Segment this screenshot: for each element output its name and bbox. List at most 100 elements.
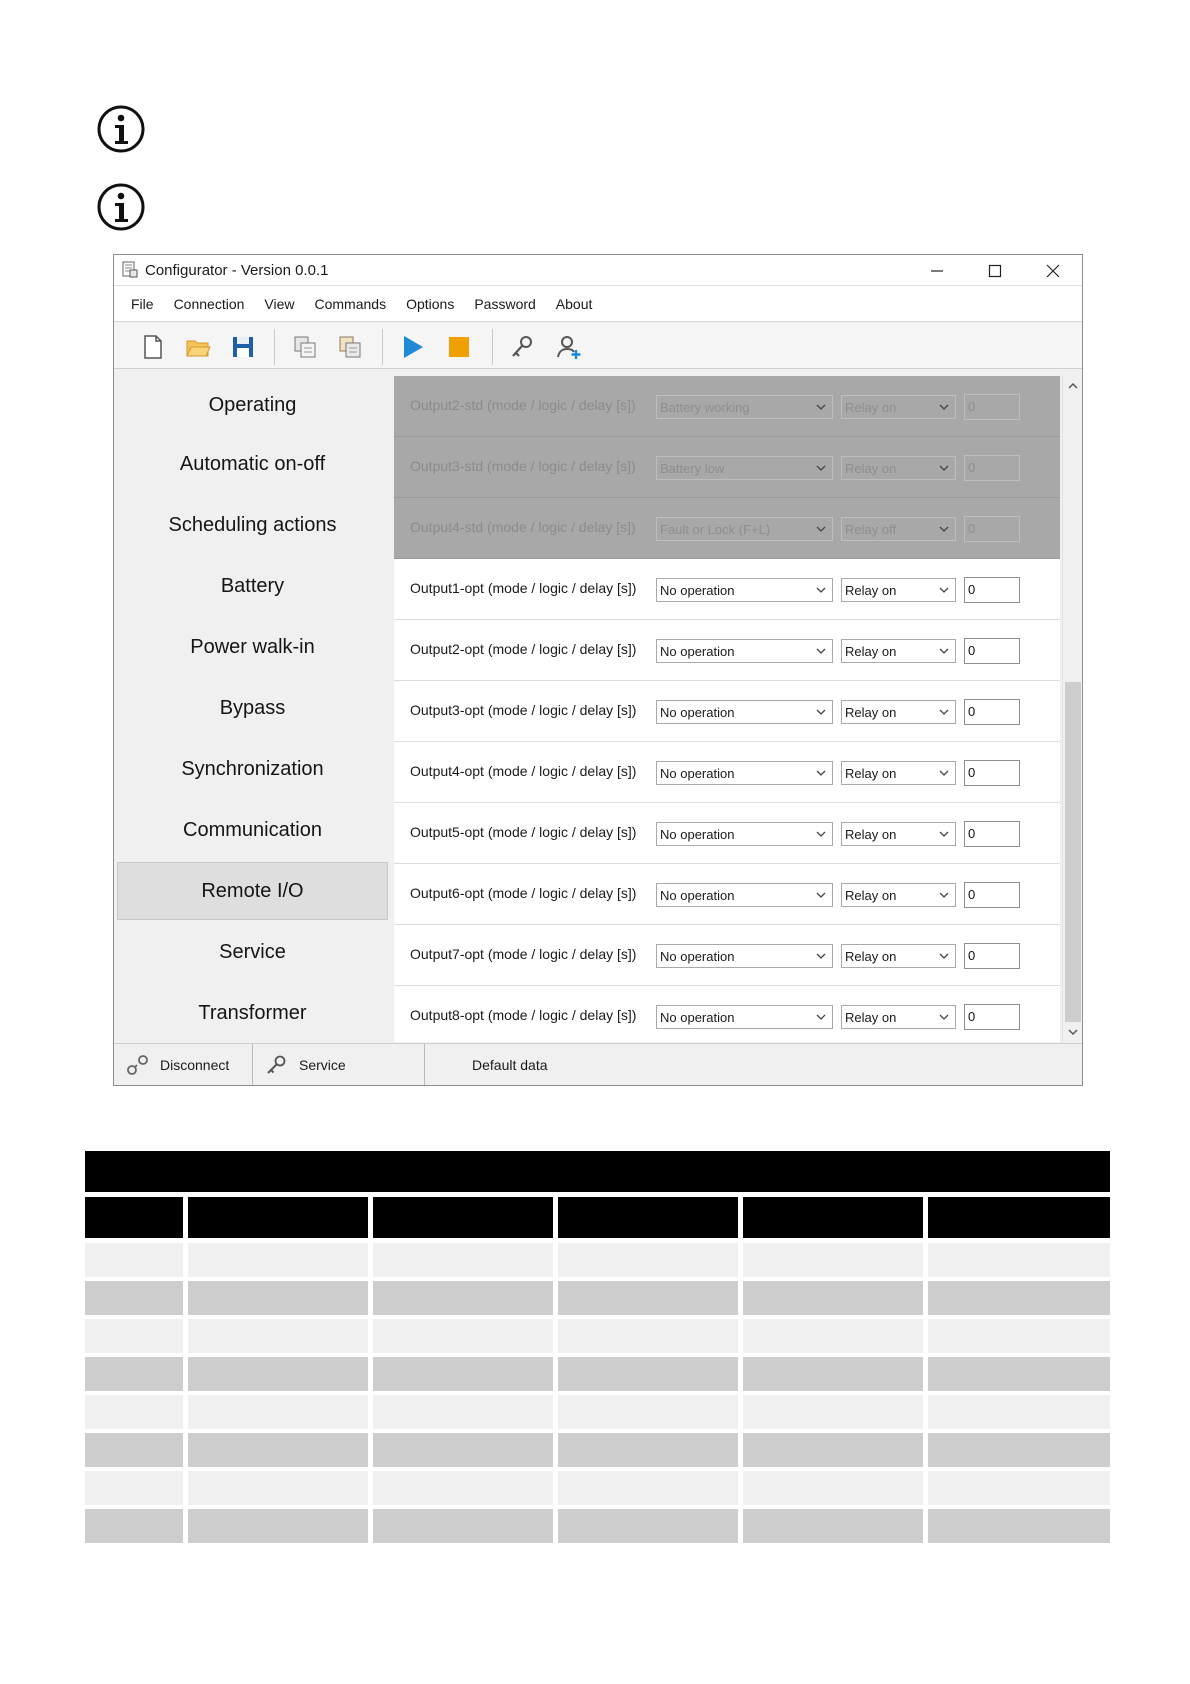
mode-select[interactable]: No operation [656,578,833,602]
sidebar-item-bypass[interactable]: Bypass [117,679,388,737]
info-icon [96,182,146,232]
paste-device-button[interactable] [335,332,365,362]
delay-input[interactable]: 0 [964,638,1020,664]
output-label: Output4-opt (mode / logic / delay [s]) [410,763,637,779]
output-setting-row: Output3-std (mode / logic / delay [s]) Ba… [394,437,1060,498]
save-button[interactable] [228,332,258,362]
table-cell [188,1357,368,1391]
menu-password[interactable]: Password [472,294,537,314]
logic-select[interactable]: Relay on [841,639,956,663]
table-header-cell [373,1197,553,1238]
menu-connection[interactable]: Connection [172,294,247,314]
copy-device-button[interactable] [290,332,320,362]
mode-select[interactable]: No operation [656,883,833,907]
menu-about[interactable]: About [554,294,595,314]
delay-input[interactable]: 0 [964,760,1020,786]
service-button[interactable]: Service [265,1044,346,1085]
delay-input[interactable]: 0 [964,577,1020,603]
key-button[interactable] [508,332,538,362]
table-cell [373,1433,553,1467]
table-cell [743,1471,923,1505]
vertical-scrollbar[interactable] [1062,375,1082,1043]
info-icon [96,104,146,154]
stop-button[interactable] [444,332,474,362]
scroll-thumb[interactable] [1065,682,1081,1022]
sidebar-item-battery[interactable]: Battery [117,557,388,615]
table-cell [558,1281,738,1315]
sidebar-item-synchronization[interactable]: Synchronization [117,740,388,798]
table-cell [558,1243,738,1277]
table-cell [85,1319,183,1353]
maximize-button[interactable] [966,255,1024,286]
mode-select[interactable]: No operation [656,761,833,785]
chevron-down-icon [816,587,826,593]
menu-commands[interactable]: Commands [312,294,388,314]
logic-select[interactable]: Relay on [841,578,956,602]
logic-select[interactable]: Relay on [841,883,956,907]
table-cell [85,1433,183,1467]
menu-view[interactable]: View [262,294,296,314]
scroll-up-icon[interactable] [1066,379,1080,393]
mode-value: No operation [660,766,735,781]
table-cell [373,1471,553,1505]
sidebar-item-remote-io[interactable]: Remote I/O [117,862,388,920]
sidebar-item-operating[interactable]: Operating [117,376,388,434]
output-setting-row: Output1-opt (mode / logic / delay [s]) No… [394,559,1060,620]
logic-select[interactable]: Relay on [841,761,956,785]
mode-select[interactable]: No operation [656,822,833,846]
sidebar-item-scheduling-actions[interactable]: Scheduling actions [117,496,388,554]
output-setting-row: Output2-opt (mode / logic / delay [s]) No… [394,620,1060,681]
table-header-cell [85,1197,183,1238]
delay-input[interactable]: 0 [964,882,1020,908]
minimize-button[interactable] [908,255,966,286]
add-user-button[interactable] [554,332,584,362]
table-cell [85,1281,183,1315]
new-file-button[interactable] [138,332,168,362]
mode-select[interactable]: No operation [656,944,833,968]
table-cell [743,1395,923,1429]
table-cell [188,1471,368,1505]
menu-options[interactable]: Options [404,294,456,314]
menu-file[interactable]: File [129,294,156,314]
output-label: Output2-opt (mode / logic / delay [s]) [410,641,637,657]
scroll-down-icon[interactable] [1066,1025,1080,1039]
logic-select[interactable]: Relay on [841,700,956,724]
table-header-cell [188,1197,368,1238]
delay-input[interactable]: 0 [964,1004,1020,1030]
delay-input[interactable]: 0 [964,699,1020,725]
service-label: Service [299,1057,346,1073]
mode-select[interactable]: No operation [656,639,833,663]
logic-select[interactable]: Relay on [841,1005,956,1029]
mode-value: No operation [660,705,735,720]
delay-input[interactable]: 0 [964,821,1020,847]
key-icon [267,1055,286,1074]
table-cell [928,1281,1110,1315]
logic-select: Relay on [841,456,956,480]
mode-select: Battery working [656,395,833,419]
chevron-down-icon [939,892,949,898]
close-button[interactable] [1024,255,1082,286]
stop-icon [449,337,469,357]
logic-select[interactable]: Relay on [841,822,956,846]
play-button[interactable] [398,332,428,362]
sidebar-item-power-walk-in[interactable]: Power walk-in [117,618,388,676]
output-setting-row: Output8-opt (mode / logic / delay [s]) No… [394,986,1060,1042]
table-cell [85,1395,183,1429]
sidebar-item-automatic-on-off[interactable]: Automatic on-off [117,435,388,493]
sidebar-item-communication[interactable]: Communication [117,801,388,859]
sidebar-item-service[interactable]: Service [117,923,388,981]
output-label: Output3-std (mode / logic / delay [s]) [410,458,636,474]
disconnect-button[interactable]: Disconnect [126,1044,229,1085]
logic-value: Relay on [845,461,897,476]
open-button[interactable] [183,332,213,362]
output-label: Output4-std (mode / logic / delay [s]) [410,519,636,535]
table-cell [373,1243,553,1277]
chevron-down-icon [939,465,949,471]
logic-value: Relay on [845,583,897,598]
delay-input[interactable]: 0 [964,943,1020,969]
mode-select[interactable]: No operation [656,700,833,724]
logic-value: Relay on [845,705,897,720]
sidebar-item-transformer[interactable]: Transformer [117,984,388,1042]
logic-select[interactable]: Relay on [841,944,956,968]
mode-select[interactable]: No operation [656,1005,833,1029]
